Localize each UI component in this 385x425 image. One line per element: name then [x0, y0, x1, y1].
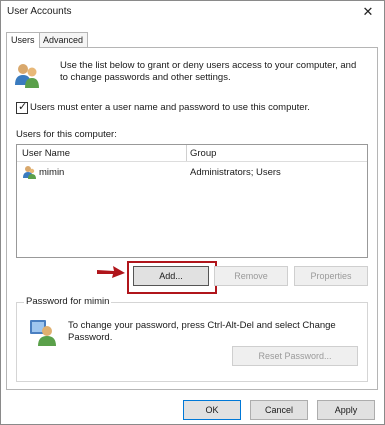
- window-title: User Accounts: [7, 6, 72, 17]
- close-icon[interactable]: ✕: [360, 4, 376, 20]
- intro-text: Use the list below to grant or deny user…: [60, 60, 357, 83]
- column-header-group[interactable]: Group: [190, 148, 216, 159]
- user-icon: [23, 166, 36, 179]
- cell-user-name: mimin: [39, 167, 65, 178]
- users-list-label: Users for this computer:: [16, 129, 117, 140]
- properties-button[interactable]: Properties: [294, 266, 368, 286]
- tab-users[interactable]: Users: [6, 32, 40, 48]
- table-row[interactable]: mimin Administrators; Users: [17, 165, 367, 181]
- apply-button[interactable]: Apply: [317, 400, 375, 420]
- title-bar: User Accounts ✕: [1, 1, 384, 25]
- column-header-user-name[interactable]: User Name: [22, 148, 70, 159]
- checkmark-icon: ✓: [18, 101, 28, 113]
- password-group-title: Password for mimin: [24, 296, 112, 307]
- cell-group: Administrators; Users: [190, 167, 281, 178]
- password-user-icon: [30, 320, 56, 346]
- must-login-checkbox[interactable]: ✓: [16, 101, 28, 114]
- users-icon: [15, 64, 39, 88]
- column-divider: [186, 145, 187, 161]
- users-list[interactable]: User Name Group mimin Administrators; Us…: [16, 144, 368, 258]
- must-login-label[interactable]: Users must enter a user name and passwor…: [30, 102, 310, 113]
- cancel-button[interactable]: Cancel: [250, 400, 308, 420]
- tab-advanced[interactable]: Advanced: [38, 32, 89, 47]
- password-instructions: To change your password, press Ctrl-Alt-…: [68, 320, 336, 343]
- reset-password-button[interactable]: Reset Password...: [232, 346, 358, 366]
- ok-button[interactable]: OK: [183, 400, 241, 420]
- add-user-button[interactable]: Add...: [133, 266, 209, 286]
- remove-user-button[interactable]: Remove: [214, 266, 288, 286]
- list-header: User Name Group: [17, 145, 367, 162]
- arrow-right-icon: [97, 266, 125, 278]
